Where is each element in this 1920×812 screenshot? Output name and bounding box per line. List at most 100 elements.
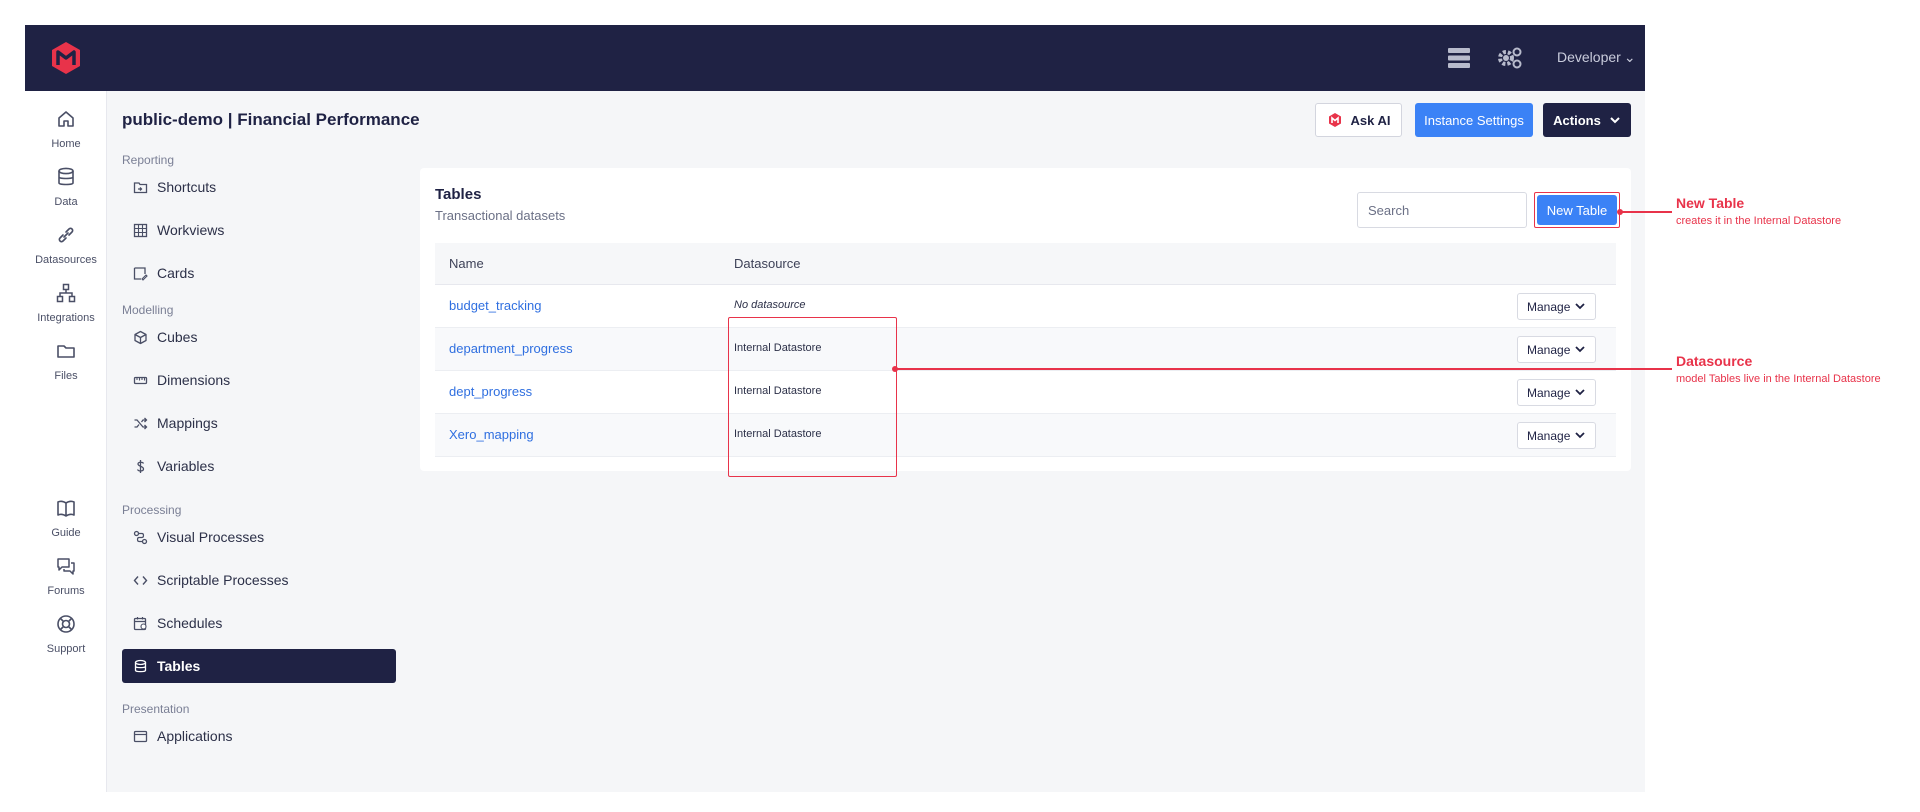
manage-dropdown[interactable]: Manage (1517, 336, 1596, 363)
rail-item-files[interactable]: Files (25, 340, 107, 384)
ruler-icon (133, 376, 148, 384)
rail-item-integrations[interactable]: Integrations (25, 282, 107, 326)
sidebar-section-presentation: Presentation (122, 702, 190, 716)
rail-label: Forums (47, 585, 85, 597)
table-row: budget_tracking No datasource Manage (435, 285, 1616, 328)
sidebar-item-label: Mappings (157, 415, 218, 431)
sidebar-item-cubes[interactable]: Cubes (122, 320, 396, 354)
sidebar-section-reporting: Reporting (122, 153, 175, 167)
rail-item-data[interactable]: Data (25, 166, 107, 210)
sidebar-item-label: Variables (157, 458, 215, 474)
sidebar-item-tables[interactable]: Tables (122, 649, 396, 683)
sidebar-item-label: Tables (157, 658, 201, 674)
rail-item-support[interactable]: Support (25, 613, 107, 657)
column-header-datasource: Datasource (734, 256, 801, 271)
sidebar-item-shortcuts[interactable]: Shortcuts (122, 170, 396, 204)
sidebar-item-label: Applications (157, 728, 233, 744)
sidebar-section-modelling: Modelling (122, 303, 174, 317)
instance-settings-button[interactable]: Instance Settings (1415, 103, 1533, 137)
rail-label: Guide (51, 527, 81, 539)
table-header: Name Datasource (435, 243, 1616, 285)
callout-text-new-table: creates it in the Internal Datastore (1676, 215, 1842, 227)
cube-icon (134, 330, 147, 344)
card-icon (133, 266, 148, 281)
manage-label: Manage (1527, 428, 1571, 443)
sidebar-item-label: Shortcuts (157, 179, 217, 195)
hierarchy-icon (56, 283, 76, 303)
home-icon (58, 111, 74, 127)
sidebar-item-visual-processes[interactable]: Visual Processes (122, 520, 396, 554)
sidebar-section-processing: Processing (122, 503, 182, 517)
sidebar-item-cards[interactable]: Cards (122, 256, 396, 290)
callout-line-datasource (895, 368, 1672, 370)
table-row: department_progress Internal Datastore M… (435, 328, 1616, 371)
actions-button[interactable]: Actions (1543, 103, 1631, 137)
manage-dropdown[interactable]: Manage (1517, 293, 1596, 320)
code-icon (133, 575, 148, 585)
sidebar-item-label: Visual Processes (157, 529, 265, 545)
lifebuoy-icon (57, 615, 75, 633)
chevron-down-icon (1575, 346, 1585, 353)
sidebar-item-applications[interactable]: Applications (122, 719, 396, 753)
ask-ai-button[interactable]: Ask AI (1315, 103, 1402, 137)
link-icon (58, 227, 74, 243)
shuffle-icon (134, 417, 148, 429)
server-icon[interactable] (1445, 44, 1473, 72)
search-input[interactable] (1357, 192, 1527, 228)
user-menu[interactable]: Developer ⌄ (1557, 49, 1636, 66)
top-bar: Developer ⌄ (25, 25, 1645, 91)
sidebar-item-dimensions[interactable]: Dimensions (122, 363, 396, 397)
sidebar-item-scriptable-processes[interactable]: Scriptable Processes (122, 563, 396, 597)
manage-dropdown[interactable]: Manage (1517, 422, 1596, 449)
table-name-link[interactable]: department_progress (449, 341, 573, 356)
rail-label: Home (51, 138, 81, 150)
app-window: Developer ⌄ Home Data Datasources Integra… (25, 25, 1645, 792)
manage-label: Manage (1527, 299, 1571, 314)
rail-label: Datasources (35, 254, 97, 266)
sidebar-item-schedules[interactable]: Schedules (122, 606, 396, 640)
app-logo-icon (1328, 113, 1341, 127)
rail-label: Support (46, 643, 86, 655)
column-header-name: Name (449, 256, 484, 271)
settings-cogs-icon[interactable] (1495, 44, 1523, 72)
ask-ai-label: Ask AI (1350, 112, 1391, 128)
callout-line-new-table (1620, 211, 1672, 213)
callout-title-new-table: New Table (1676, 195, 1745, 211)
rail-item-datasources[interactable]: Datasources (25, 224, 107, 268)
table-row: dept_progress Internal Datastore Manage (435, 371, 1616, 414)
sidebar-item-label: Scriptable Processes (157, 572, 289, 588)
sidebar-item-label: Dimensions (157, 372, 231, 388)
rail-item-guide[interactable]: Guide (25, 497, 107, 541)
table-row: Xero_mapping Internal Datastore Manage (435, 414, 1616, 457)
manage-label: Manage (1527, 342, 1571, 357)
sidebar-item-label: Workviews (157, 222, 225, 238)
page-title: public-demo | Financial Performance (122, 110, 420, 129)
table-name-link[interactable]: dept_progress (449, 384, 532, 399)
sidebar-item-variables[interactable]: Variables (122, 449, 396, 483)
chevron-down-icon (1575, 389, 1585, 396)
sidebar-item-mappings[interactable]: Mappings (122, 406, 396, 440)
manage-label: Manage (1527, 385, 1571, 400)
callout-text-datasource: model Tables live in the Internal Datast… (1676, 373, 1881, 385)
user-menu-label: Developer (1557, 49, 1621, 65)
rail-label: Files (54, 370, 78, 382)
rail-item-forums[interactable]: Forums (25, 555, 107, 599)
new-table-highlight (1534, 192, 1620, 228)
table-name-link[interactable]: Xero_mapping (449, 427, 534, 442)
panel-title: Tables (435, 186, 482, 203)
dollar-icon (136, 459, 145, 473)
app-logo[interactable] (47, 39, 85, 77)
manage-dropdown[interactable]: Manage (1517, 379, 1596, 406)
database-icon (58, 167, 74, 186)
rail-label: Data (54, 196, 78, 208)
rail-label: Integrations (37, 312, 95, 324)
sidebar-item-workviews[interactable]: Workviews (122, 213, 396, 247)
folder-icon (57, 345, 75, 358)
panel-subtitle: Transactional datasets (435, 208, 566, 223)
table-name-link[interactable]: budget_tracking (449, 298, 542, 313)
chat-icon (57, 558, 75, 575)
callout-title-datasource: Datasource (1676, 353, 1753, 369)
chevron-down-icon (1575, 303, 1585, 310)
tables-panel: Tables Transactional datasets New Table … (420, 168, 1631, 477)
rail-item-home[interactable]: Home (25, 108, 107, 152)
